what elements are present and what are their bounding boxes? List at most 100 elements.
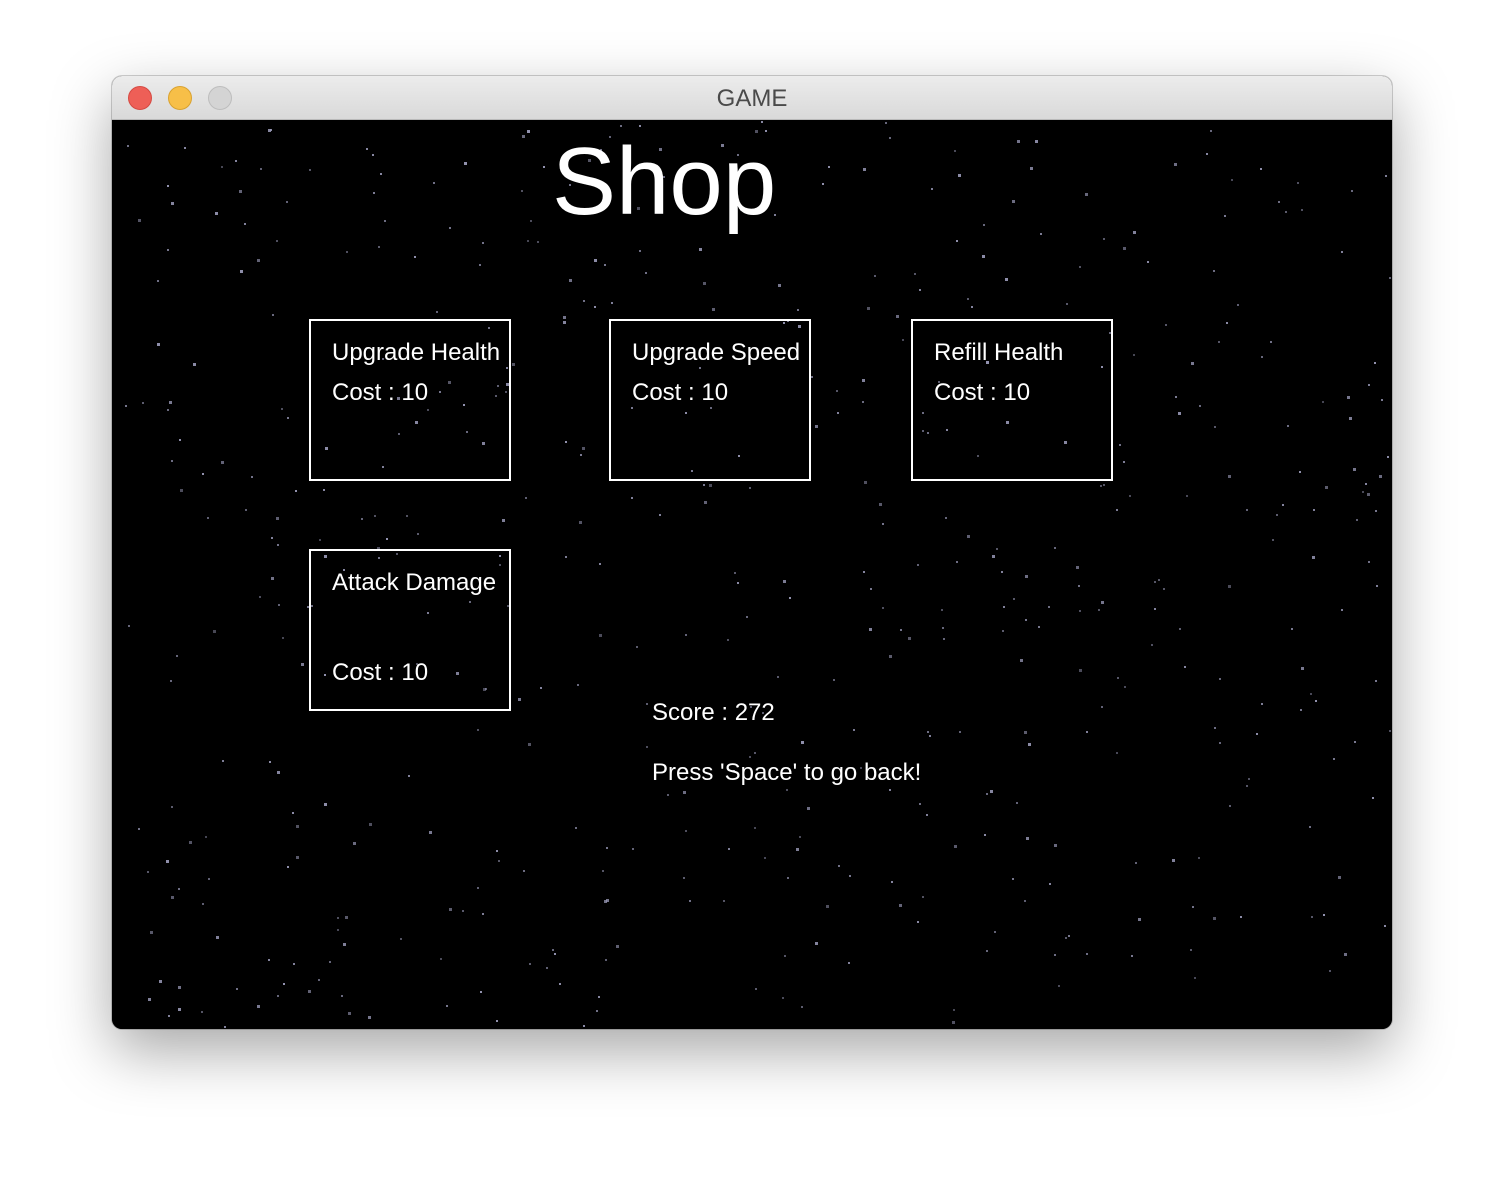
star-dot bbox=[260, 168, 262, 170]
star-dot bbox=[914, 273, 916, 275]
star-dot bbox=[477, 729, 479, 731]
star-dot bbox=[522, 135, 525, 138]
star-dot bbox=[954, 150, 956, 152]
star-dot bbox=[919, 803, 921, 805]
star-dot bbox=[277, 771, 280, 774]
star-dot bbox=[1165, 324, 1167, 326]
star-dot bbox=[1119, 444, 1121, 446]
star-dot bbox=[838, 865, 840, 867]
star-dot bbox=[257, 1005, 260, 1008]
star-dot bbox=[954, 845, 957, 848]
star-dot bbox=[917, 564, 919, 566]
star-dot bbox=[1198, 857, 1200, 859]
star-dot bbox=[1035, 140, 1038, 143]
star-dot bbox=[1154, 608, 1156, 610]
star-dot bbox=[540, 687, 542, 689]
star-dot bbox=[755, 988, 757, 990]
star-dot bbox=[1374, 362, 1376, 364]
star-dot bbox=[1354, 741, 1356, 743]
star-dot bbox=[956, 240, 958, 242]
star-dot bbox=[1013, 598, 1015, 600]
starfield-background bbox=[125, 121, 1391, 1028]
star-dot bbox=[521, 190, 523, 192]
star-dot bbox=[734, 572, 736, 574]
shop-item-upgrade-health[interactable]: Upgrade Health Cost : 10 bbox=[309, 319, 511, 481]
star-dot bbox=[348, 1012, 351, 1015]
star-dot bbox=[1151, 644, 1153, 646]
star-dot bbox=[341, 995, 343, 997]
star-dot bbox=[1311, 916, 1313, 918]
shop-item-refill-health[interactable]: Refill Health Cost : 10 bbox=[911, 319, 1113, 481]
star-dot bbox=[704, 501, 707, 504]
star-dot bbox=[1191, 362, 1194, 365]
star-dot bbox=[142, 402, 144, 404]
star-dot bbox=[1129, 495, 1131, 497]
star-dot bbox=[599, 563, 601, 565]
star-dot bbox=[159, 980, 162, 983]
star-dot bbox=[1065, 937, 1067, 939]
star-dot bbox=[891, 881, 893, 883]
star-dot bbox=[849, 875, 851, 877]
shop-item-attack-damage[interactable]: Attack Damage Cost : 10 bbox=[309, 549, 511, 711]
star-dot bbox=[527, 240, 529, 242]
star-dot bbox=[815, 942, 818, 945]
star-dot bbox=[953, 1009, 955, 1011]
star-dot bbox=[215, 212, 218, 215]
star-dot bbox=[269, 761, 271, 763]
star-dot bbox=[1123, 461, 1125, 463]
star-dot bbox=[496, 850, 498, 852]
star-dot bbox=[889, 789, 891, 791]
star-dot bbox=[1367, 493, 1370, 496]
star-dot bbox=[436, 311, 438, 313]
star-dot bbox=[1231, 179, 1233, 181]
star-dot bbox=[345, 916, 348, 919]
star-dot bbox=[1278, 201, 1280, 203]
star-dot bbox=[361, 518, 363, 520]
star-dot bbox=[543, 166, 545, 168]
star-dot bbox=[632, 848, 634, 850]
star-dot bbox=[329, 961, 331, 963]
star-dot bbox=[1040, 233, 1042, 235]
star-dot bbox=[919, 289, 921, 291]
game-canvas[interactable]: Shop Upgrade Health Cost : 10 Upgrade Sp… bbox=[112, 120, 1392, 1029]
title-bar[interactable]: GAME bbox=[112, 76, 1392, 120]
star-dot bbox=[636, 646, 638, 648]
star-dot bbox=[1017, 140, 1020, 143]
star-dot bbox=[171, 460, 173, 462]
star-dot bbox=[833, 679, 835, 681]
star-dot bbox=[167, 409, 169, 411]
star-dot bbox=[366, 148, 368, 150]
star-dot bbox=[1133, 354, 1135, 356]
star-dot bbox=[1124, 686, 1126, 688]
star-dot bbox=[221, 461, 224, 464]
star-dot bbox=[941, 609, 943, 611]
star-dot bbox=[943, 638, 945, 640]
star-dot bbox=[1224, 215, 1226, 217]
shop-item-upgrade-speed[interactable]: Upgrade Speed Cost : 10 bbox=[609, 319, 811, 481]
star-dot bbox=[631, 497, 633, 499]
star-dot bbox=[1341, 609, 1343, 611]
star-dot bbox=[537, 241, 539, 243]
star-dot bbox=[1228, 475, 1231, 478]
shop-item-cost: Cost : 10 bbox=[332, 659, 429, 686]
star-dot bbox=[1213, 270, 1215, 272]
star-dot bbox=[983, 224, 985, 226]
star-dot bbox=[1246, 785, 1248, 787]
shop-item-cost: Cost : 10 bbox=[332, 379, 429, 406]
star-dot bbox=[477, 887, 479, 889]
star-dot bbox=[853, 729, 855, 731]
star-dot bbox=[602, 870, 604, 872]
star-dot bbox=[659, 514, 661, 516]
star-dot bbox=[889, 655, 892, 658]
star-dot bbox=[952, 1021, 955, 1024]
star-dot bbox=[374, 515, 376, 517]
star-dot bbox=[606, 899, 609, 902]
star-dot bbox=[169, 401, 172, 404]
star-dot bbox=[429, 831, 432, 834]
star-dot bbox=[1297, 182, 1299, 184]
star-dot bbox=[896, 315, 899, 318]
star-dot bbox=[1058, 985, 1060, 987]
star-dot bbox=[1154, 581, 1156, 583]
star-dot bbox=[308, 990, 311, 993]
star-dot bbox=[996, 548, 998, 550]
